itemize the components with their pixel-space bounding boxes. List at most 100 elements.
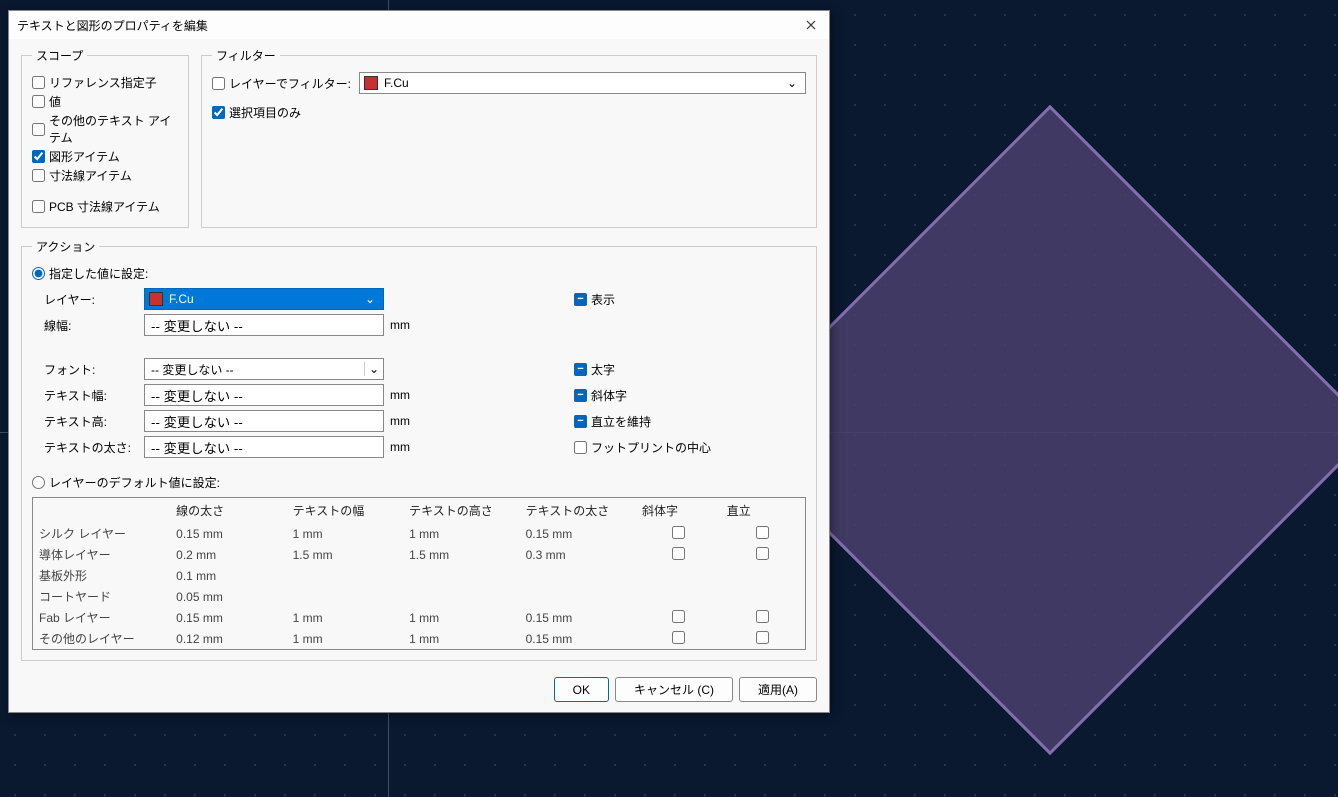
textheight-input[interactable] bbox=[144, 410, 384, 432]
table-cell bbox=[721, 607, 806, 628]
table-cell: シルク レイヤー bbox=[33, 523, 171, 544]
layer-combo[interactable]: F.Cu ⌄ bbox=[144, 288, 384, 310]
table-cell: 0.15 mm bbox=[170, 523, 286, 544]
close-button[interactable] bbox=[799, 15, 823, 35]
table-row: その他のレイヤー0.12 mm1 mm1 mm0.15 mm bbox=[33, 628, 806, 650]
scope-checkbox[interactable] bbox=[32, 123, 45, 136]
table-checkbox[interactable] bbox=[672, 631, 685, 644]
table-header: テキストの高さ bbox=[403, 498, 519, 524]
scope-checkbox[interactable] bbox=[32, 169, 45, 182]
italic-label[interactable]: 斜体字 bbox=[591, 387, 627, 404]
scope-item-label[interactable]: その他のテキスト アイテム bbox=[49, 112, 178, 146]
scope-checkbox[interactable] bbox=[32, 95, 45, 108]
font-label: フォント: bbox=[44, 361, 144, 378]
table-checkbox[interactable] bbox=[672, 610, 685, 623]
selection-only-checkbox[interactable] bbox=[212, 106, 225, 119]
table-cell bbox=[721, 586, 806, 607]
table-row: 導体レイヤー0.2 mm1.5 mm1.5 mm0.3 mm bbox=[33, 544, 806, 565]
table-checkbox[interactable] bbox=[672, 526, 685, 539]
layer-value: F.Cu bbox=[169, 292, 361, 306]
scope-item-label[interactable]: PCB 寸法線アイテム bbox=[49, 198, 160, 215]
upright-label[interactable]: 直立を維持 bbox=[591, 413, 651, 430]
table-cell: 0.12 mm bbox=[170, 628, 286, 650]
upright-tristate[interactable] bbox=[574, 415, 587, 428]
unit-mm: mm bbox=[384, 414, 414, 428]
table-cell: 0.15 mm bbox=[520, 628, 636, 650]
bold-label[interactable]: 太字 bbox=[591, 361, 615, 378]
textthickness-label: テキストの太さ: bbox=[44, 439, 144, 456]
table-cell bbox=[287, 565, 403, 586]
italic-tristate[interactable] bbox=[574, 389, 587, 402]
table-cell: 0.05 mm bbox=[170, 586, 286, 607]
layer-filter-combo[interactable]: F.Cu ⌄ bbox=[359, 72, 806, 94]
defaults-table: 線の太さテキストの幅テキストの高さテキストの太さ斜体字直立 シルク レイヤー0.… bbox=[32, 497, 806, 650]
chevron-down-icon: ⌄ bbox=[361, 292, 379, 306]
table-cell: 0.2 mm bbox=[170, 544, 286, 565]
textwidth-label: テキスト幅: bbox=[44, 387, 144, 404]
set-defaults-radio[interactable] bbox=[32, 476, 45, 489]
scope-checkbox[interactable] bbox=[32, 200, 45, 213]
table-cell: 導体レイヤー bbox=[33, 544, 171, 565]
selection-only-label[interactable]: 選択項目のみ bbox=[229, 104, 301, 121]
table-cell: 0.1 mm bbox=[170, 565, 286, 586]
actions-fieldset: アクション 指定した値に設定: レイヤー: F.Cu ⌄ 表示 線幅: mm bbox=[21, 238, 817, 661]
center-fp-label[interactable]: フットプリントの中心 bbox=[591, 439, 711, 456]
table-checkbox[interactable] bbox=[756, 631, 769, 644]
table-cell: 1 mm bbox=[287, 523, 403, 544]
set-specified-radio[interactable] bbox=[32, 267, 45, 280]
scope-item-label[interactable]: リファレンス指定子 bbox=[49, 74, 157, 91]
cancel-button[interactable]: キャンセル (C) bbox=[615, 677, 733, 702]
scope-item-label[interactable]: 値 bbox=[49, 93, 61, 110]
table-row: コートヤード0.05 mm bbox=[33, 586, 806, 607]
table-cell: 1.5 mm bbox=[403, 544, 519, 565]
linewidth-label: 線幅: bbox=[44, 317, 144, 334]
table-checkbox[interactable] bbox=[756, 547, 769, 560]
linewidth-input[interactable] bbox=[144, 314, 384, 336]
table-cell: 基板外形 bbox=[33, 565, 171, 586]
layer-filter-checkbox[interactable] bbox=[212, 77, 225, 90]
filter-fieldset: フィルター レイヤーでフィルター: F.Cu ⌄ 選択項目のみ bbox=[201, 47, 817, 228]
center-fp-checkbox[interactable] bbox=[574, 441, 587, 454]
table-cell: 1.5 mm bbox=[287, 544, 403, 565]
scope-checkbox[interactable] bbox=[32, 76, 45, 89]
table-header: 線の太さ bbox=[170, 498, 286, 524]
unit-mm: mm bbox=[384, 440, 414, 454]
table-cell bbox=[403, 565, 519, 586]
table-header: テキストの太さ bbox=[520, 498, 636, 524]
unit-mm: mm bbox=[384, 388, 414, 402]
table-checkbox[interactable] bbox=[756, 526, 769, 539]
layer-filter-label[interactable]: レイヤーでフィルター: bbox=[229, 75, 351, 92]
textthickness-input[interactable] bbox=[144, 436, 384, 458]
table-cell: 1 mm bbox=[287, 628, 403, 650]
dialog-titlebar[interactable]: テキストと図形のプロパティを編集 bbox=[9, 11, 829, 39]
table-row: シルク レイヤー0.15 mm1 mm1 mm0.15 mm bbox=[33, 523, 806, 544]
filter-legend: フィルター bbox=[212, 47, 280, 64]
layer-swatch-icon bbox=[149, 292, 163, 306]
scope-item-label[interactable]: 寸法線アイテム bbox=[49, 167, 132, 184]
chevron-down-icon: ⌄ bbox=[364, 362, 383, 376]
scope-checkbox[interactable] bbox=[32, 150, 45, 163]
table-cell: 1 mm bbox=[403, 523, 519, 544]
ok-button[interactable]: OK bbox=[554, 677, 609, 702]
bold-tristate[interactable] bbox=[574, 363, 587, 376]
table-cell: 0.15 mm bbox=[170, 607, 286, 628]
set-defaults-label[interactable]: レイヤーのデフォルト値に設定: bbox=[49, 474, 220, 491]
apply-button[interactable]: 適用(A) bbox=[739, 677, 817, 702]
table-header: テキストの幅 bbox=[287, 498, 403, 524]
visible-label[interactable]: 表示 bbox=[591, 291, 615, 308]
table-header: 直立 bbox=[721, 498, 806, 524]
table-cell bbox=[520, 565, 636, 586]
table-checkbox[interactable] bbox=[672, 547, 685, 560]
font-combo[interactable]: -- 変更しない -- ⌄ bbox=[144, 358, 384, 380]
visible-tristate[interactable] bbox=[574, 293, 587, 306]
table-cell bbox=[636, 565, 721, 586]
table-row: 基板外形0.1 mm bbox=[33, 565, 806, 586]
table-cell: 1 mm bbox=[287, 607, 403, 628]
textwidth-input[interactable] bbox=[144, 384, 384, 406]
scope-item-label[interactable]: 図形アイテム bbox=[49, 148, 120, 165]
table-cell: その他のレイヤー bbox=[33, 628, 171, 650]
set-specified-label[interactable]: 指定した値に設定: bbox=[49, 265, 148, 282]
table-checkbox[interactable] bbox=[756, 610, 769, 623]
table-cell bbox=[721, 565, 806, 586]
table-cell: Fab レイヤー bbox=[33, 607, 171, 628]
